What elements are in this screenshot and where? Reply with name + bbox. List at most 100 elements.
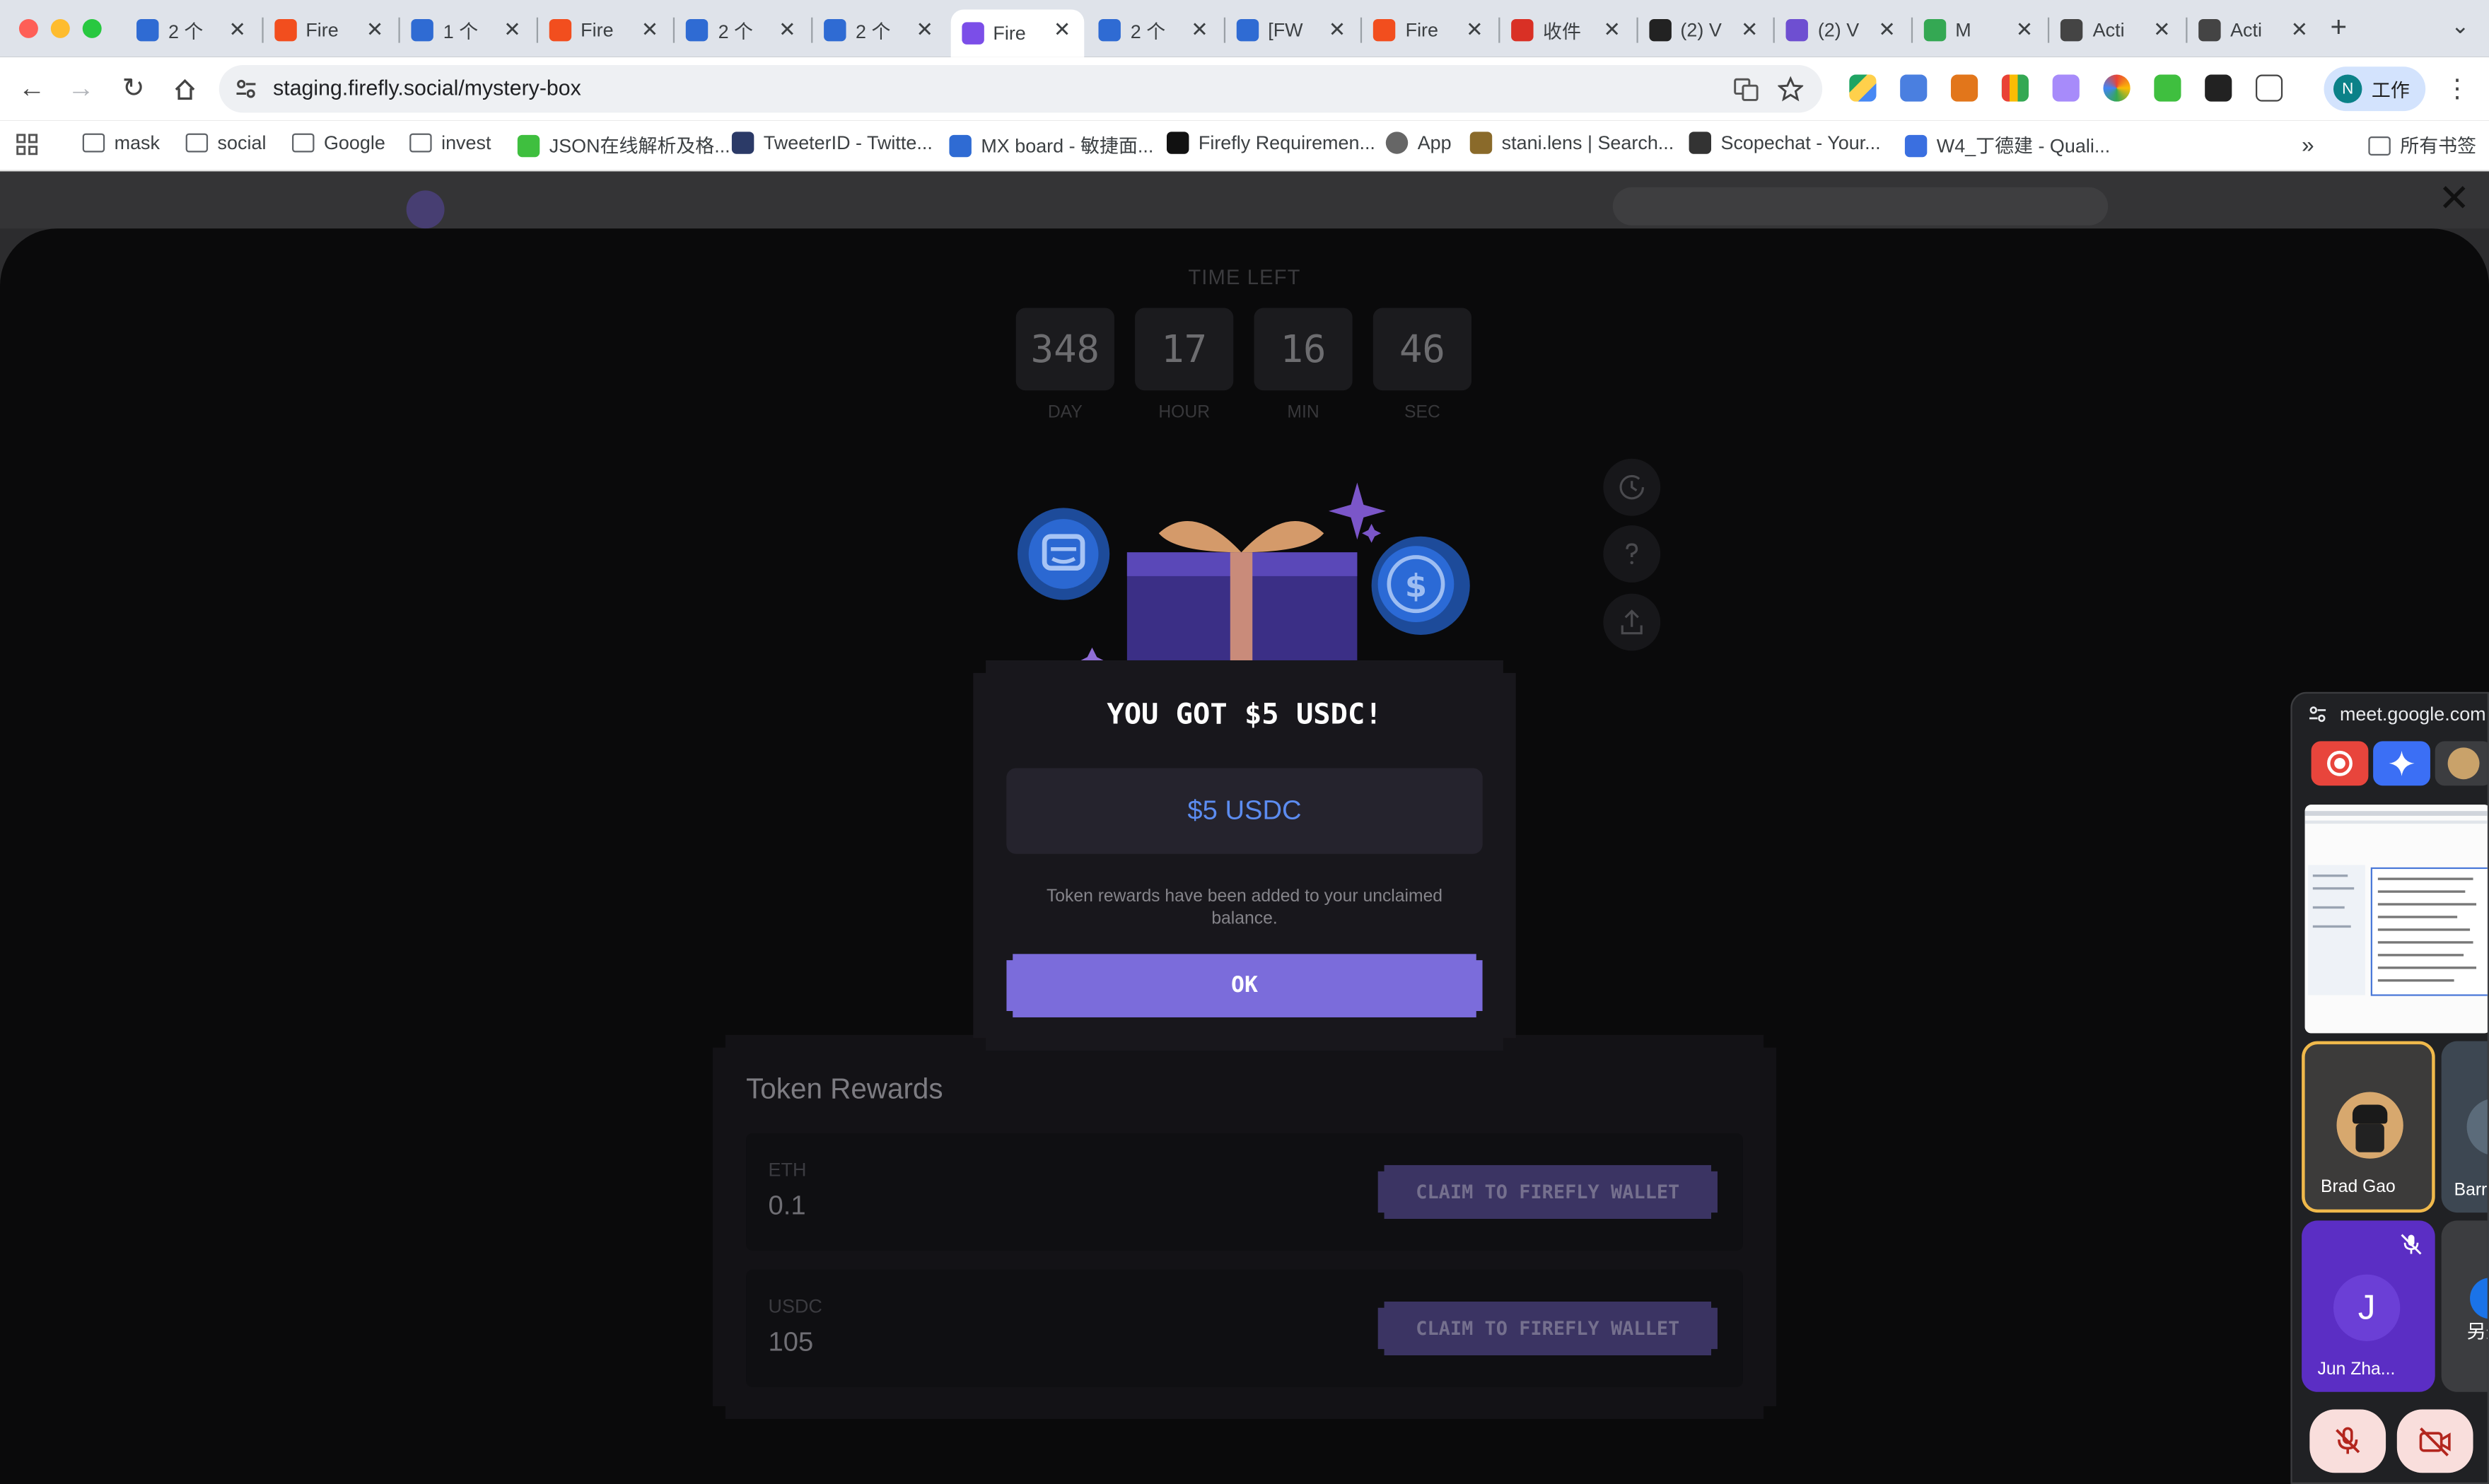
bookmark-item[interactable]: Google [292,132,385,154]
tab-favicon-icon [1785,18,1809,42]
bookmark-item[interactable]: Scopechat - Your... [1689,132,1881,154]
claim-usdc-button[interactable]: CLAIM TO FIREFLY WALLET [1378,1302,1718,1355]
extensions-puzzle-icon[interactable] [2256,74,2283,102]
bookmarks-overflow-button[interactable]: » [2302,132,2314,157]
apps-grid-icon[interactable] [16,134,38,156]
tab-close-icon[interactable]: ✕ [1054,18,1071,43]
browser-tab[interactable]: 2 个 ✕ [1088,9,1221,50]
profile-button[interactable]: N 工作 [2324,66,2426,112]
browser-tab[interactable]: (2) V ✕ [1775,9,1908,50]
all-bookmarks-button[interactable]: 所有书签 [2368,132,2476,158]
self-view-button[interactable] [2435,741,2488,786]
browser-tab[interactable]: 2 个 ✕ [812,9,946,50]
search-input[interactable] [1612,187,2109,226]
tab-close-icon[interactable]: ✕ [503,18,520,43]
browser-tab[interactable]: [FW ✕ [1225,9,1359,50]
reward-row-usdc: USDC 105 CLAIM TO FIREFLY WALLET [746,1270,1743,1387]
countdown-minutes: 16 [1254,308,1353,391]
metamask-icon[interactable] [1950,74,1978,102]
home-button[interactable] [165,70,203,108]
browser-tab[interactable]: 2 个 ✕ [125,9,259,50]
bookmark-item[interactable]: mask [82,132,160,154]
claim-eth-button[interactable]: CLAIM TO FIREFLY WALLET [1378,1165,1718,1219]
browser-tab[interactable]: Acti ✕ [2187,9,2321,50]
record-button[interactable] [2311,741,2369,786]
google-drive-icon[interactable] [1849,74,1877,102]
browser-tab[interactable]: Fire ✕ [538,9,672,50]
site-settings-icon[interactable] [235,78,257,100]
tab-close-icon[interactable]: ✕ [916,18,933,43]
participant-tile-barr[interactable]: Barr [2441,1041,2488,1213]
tab-close-icon[interactable]: ✕ [366,18,383,43]
browser-tab[interactable]: Fire ✕ [950,9,1084,57]
back-button[interactable]: ← [13,70,51,108]
tab-close-icon[interactable]: ✕ [1604,18,1621,43]
bookmark-item[interactable]: Firefly Requiremen... [1167,132,1375,154]
dark-extension-icon[interactable] [2205,74,2232,102]
browser-tab[interactable]: Fire ✕ [1363,9,1496,50]
tab-close-icon[interactable]: ✕ [1466,18,1483,43]
avatar [2470,1278,2488,1319]
bookmark-item[interactable]: social [185,132,266,154]
tab-close-icon[interactable]: ✕ [641,18,658,43]
browser-tab[interactable]: (2) V ✕ [1638,9,1771,50]
bookmark-label: Google [323,132,385,154]
sparkle-icon [2389,750,2415,776]
browser-tab[interactable]: M ✕ [1913,9,2046,50]
bookmark-label: App [1417,132,1452,154]
close-window-button[interactable] [18,18,38,38]
tab-label: Acti [2092,18,2125,42]
grid-extension-icon[interactable] [2001,74,2029,102]
browser-tab[interactable]: 2 个 ✕ [675,9,809,50]
browser-tab[interactable]: 1 个 ✕ [400,9,534,50]
participant-tile-jun[interactable]: J Jun Zha... [2302,1220,2435,1392]
bookmark-item[interactable]: invest [409,132,491,154]
browser-menu-button[interactable]: ⋮ [2438,70,2476,108]
translate-extension-icon[interactable] [1900,74,1928,102]
bookmark-item[interactable]: W4_丁德建 - Quali... [1904,132,2110,158]
tab-close-icon[interactable]: ✕ [779,18,795,43]
site-settings-icon[interactable] [2308,705,2327,724]
participant-name: Barr [2454,1181,2488,1200]
ok-button[interactable]: OK [1006,954,1482,1017]
tab-close-icon[interactable]: ✕ [1741,18,1758,43]
history-button[interactable] [1603,458,1661,516]
gemini-button[interactable] [2373,741,2430,786]
bookmark-item[interactable]: TweeterID - Twitte... [731,132,933,154]
tab-close-icon[interactable]: ✕ [1878,18,1895,43]
close-icon[interactable]: ✕ [2438,180,2470,218]
green-extension-icon[interactable] [2154,74,2181,102]
address-bar[interactable]: staging.firefly.social/mystery-box [218,65,1823,113]
browser-tab[interactable]: Fire ✕ [263,9,397,50]
help-button[interactable] [1603,525,1661,583]
tab-close-icon[interactable]: ✕ [2291,18,2308,43]
color-extension-icon[interactable] [2103,74,2130,102]
bookmark-star-icon[interactable] [1778,76,1804,102]
browser-tab[interactable]: Acti ✕ [2050,9,2184,50]
participant-tile-other[interactable]: 另外 [2441,1220,2488,1392]
bookmark-item[interactable]: App [1385,132,1452,154]
minimize-window-button[interactable] [50,18,70,38]
tab-search-icon[interactable]: ⌄ [2451,13,2469,40]
tab-close-icon[interactable]: ✕ [228,18,245,43]
bookmark-item[interactable]: stani.lens | Search... [1469,132,1674,154]
bookmark-item[interactable]: MX board - 敏捷面... [949,132,1153,158]
tab-separator [673,17,675,43]
tab-label: (2) V [1817,18,1860,42]
bookmark-item[interactable]: JSON在线解析及格... [517,132,730,158]
forward-button[interactable]: → [62,70,100,108]
feather-extension-icon[interactable] [2052,74,2080,102]
share-button[interactable] [1603,593,1661,651]
tab-close-icon[interactable]: ✕ [1191,18,1208,43]
maximize-window-button[interactable] [82,18,102,38]
camera-off-button[interactable] [2396,1409,2473,1473]
tab-close-icon[interactable]: ✕ [2153,18,2170,43]
browser-tab[interactable]: 收件 ✕ [1500,9,1633,50]
new-tab-button[interactable]: + [2331,11,2348,45]
reload-button[interactable]: ↻ [115,70,153,108]
tab-close-icon[interactable]: ✕ [1329,18,1346,43]
translate-icon[interactable] [1733,76,1759,102]
tab-close-icon[interactable]: ✕ [2016,18,2033,43]
mute-button[interactable] [2309,1409,2386,1473]
participant-tile-brad[interactable]: Brad Gao [2302,1041,2435,1213]
